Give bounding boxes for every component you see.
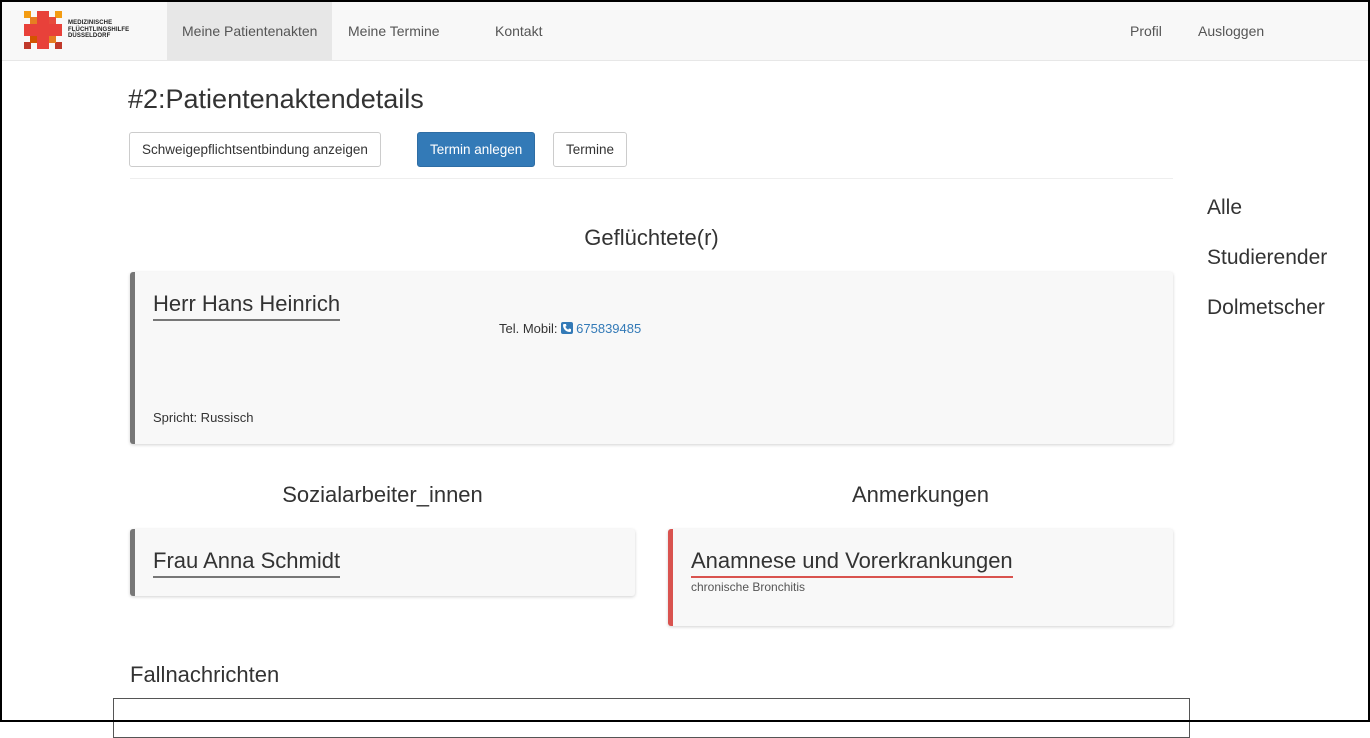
nav-item-meine-termine[interactable]: Meine Termine [333,2,455,61]
top-navbar: MEDIZINISCHE FLÜCHTLINGSHILFE DÜSSELDORF… [2,2,1368,61]
note-title-link[interactable]: Anamnese und Vorerkrankungen [691,548,1013,578]
refugee-heading: Geflüchtete(r) [584,225,719,250]
case-messages-box[interactable] [113,698,1190,738]
social-worker-card: Frau Anna Schmidt [130,529,635,596]
logo-text: MEDIZINISCHE FLÜCHTLINGSHILFE DÜSSELDORF [68,20,129,40]
note-card: Anamnese und Vorerkrankungen chronische … [668,529,1173,626]
nav-item-meine-patientenakten[interactable]: Meine Patientenakten [167,2,333,61]
filter-alle[interactable]: Alle [1207,196,1242,220]
appointments-button[interactable]: Termine [553,132,628,167]
phone-link[interactable]: 675839485 [561,321,641,336]
page-title: #2:Patientenaktendetails [128,84,424,114]
phone-info: Tel. Mobil: 675839485 [499,321,641,336]
social-worker-name-link[interactable]: Frau Anna Schmidt [153,548,341,578]
phone-icon [561,322,574,334]
phone-number: 675839485 [576,321,642,336]
case-messages-heading: Fallnachrichten [130,662,280,687]
nav-item-ausloggen[interactable]: Ausloggen [1183,2,1279,61]
note-text: chronische Bronchitis [691,580,806,594]
brand-logo[interactable]: MEDIZINISCHE FLÜCHTLINGSHILFE DÜSSELDORF [24,11,144,51]
create-appointment-button[interactable]: Termin anlegen [417,132,536,167]
spoken-language: Spricht: Russisch [153,410,254,425]
show-confidentiality-release-button[interactable]: Schweigepflichtsentbindung anzeigen [129,132,381,167]
filter-studierender[interactable]: Studierender [1207,246,1327,270]
notes-heading: Anmerkungen [852,482,989,507]
logo-cross-icon [24,11,62,49]
divider [130,178,1173,179]
phone-label: Tel. Mobil: [499,321,558,336]
refugee-name-link[interactable]: Herr Hans Heinrich [153,291,341,321]
social-workers-heading: Sozialarbeiter_innen [282,482,483,507]
nav-item-kontakt[interactable]: Kontakt [480,2,557,61]
logo-line: DÜSSELDORF [68,33,111,39]
filter-dolmetscher[interactable]: Dolmetscher [1207,296,1325,320]
nav-item-profil[interactable]: Profil [1115,2,1177,61]
refugee-card: Herr Hans Heinrich Tel. Mobil: 675839485… [130,272,1173,444]
